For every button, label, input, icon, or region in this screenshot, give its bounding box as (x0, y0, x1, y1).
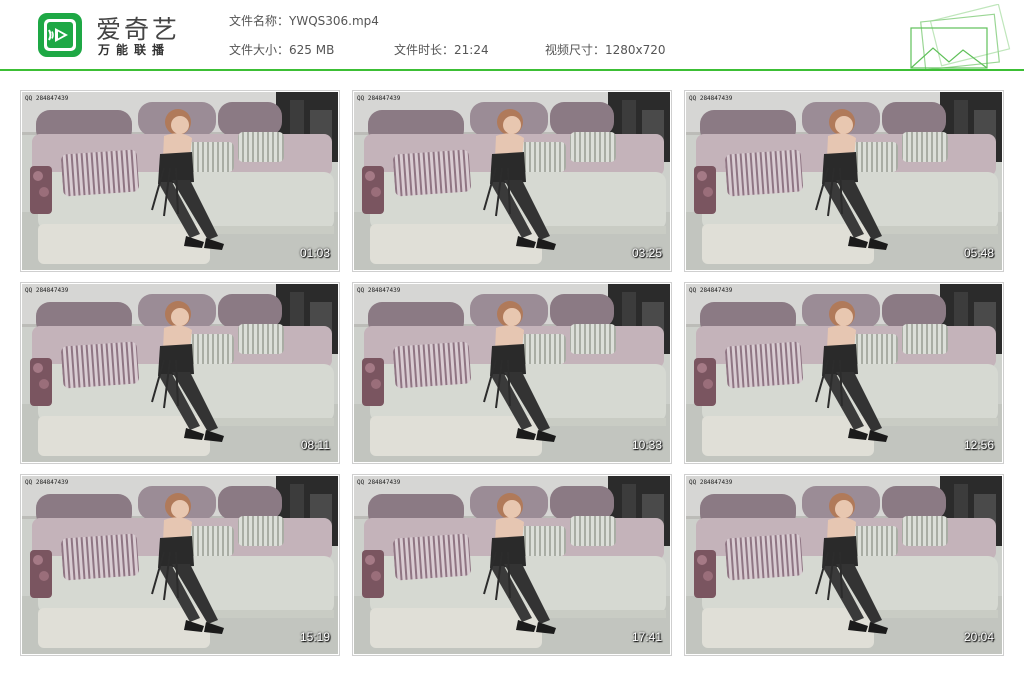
thumbnail-watermark: QQ 284847439 (357, 287, 401, 294)
thumbnail-timestamp: 01:03 (299, 246, 330, 260)
thumbnail-timestamp: 05:48 (963, 246, 994, 260)
thumbnail-timestamp: 03:25 (631, 246, 662, 260)
thumbnail-frame-image: QQ 284847439 03:25 (354, 92, 670, 270)
thumbnail-timestamp: 10:33 (631, 438, 662, 452)
thumbnail-timestamp: 08:11 (300, 438, 330, 452)
video-dimensions: 视频尺寸：1280x720 (545, 43, 666, 57)
thumbnail-card[interactable]: QQ 284847439 01:03 (20, 90, 340, 272)
thumbnail-watermark: QQ 284847439 (689, 95, 733, 102)
image-stack-decoration-icon (910, 4, 1011, 70)
file-duration: 文件时长：21:24 (394, 43, 489, 57)
thumbnail-watermark: QQ 284847439 (25, 287, 69, 294)
thumbnail-watermark: QQ 284847439 (357, 479, 401, 486)
brand-title: 爱奇艺 (96, 15, 181, 44)
thumbnail-frame-image: QQ 284847439 01:03 (22, 92, 338, 270)
thumbnail-watermark: QQ 284847439 (357, 95, 401, 102)
header: 爱奇艺 万能联播 文件名称：YWQS306.mp4 文件大小：625 MB 文件… (0, 0, 1024, 71)
thumbnail-watermark: QQ 284847439 (25, 95, 69, 102)
thumbnail-frame-image: QQ 284847439 15:19 (22, 476, 338, 654)
thumbnail-card[interactable]: QQ 284847439 10:33 (352, 282, 672, 464)
brand-logo: 爱奇艺 万能联播 (37, 12, 192, 60)
thumbnail-timestamp: 12:56 (963, 438, 994, 452)
thumbnail-card[interactable]: QQ 284847439 15:19 (20, 474, 340, 656)
thumbnail-timestamp: 20:04 (963, 630, 994, 644)
thumbnail-watermark: QQ 284847439 (689, 287, 733, 294)
thumbnail-card[interactable]: QQ 284847439 20:04 (684, 474, 1004, 656)
thumbnail-card[interactable]: QQ 284847439 08:11 (20, 282, 340, 464)
brand-subtitle: 万能联播 (98, 43, 171, 57)
file-name: 文件名称：YWQS306.mp4 (229, 14, 379, 28)
thumbnail-card[interactable]: QQ 284847439 05:48 (684, 90, 1004, 272)
thumbnail-frame-image: QQ 284847439 12:56 (686, 284, 1002, 462)
thumbnail-watermark: QQ 284847439 (689, 479, 733, 486)
thumbnail-frame-image: QQ 284847439 20:04 (686, 476, 1002, 654)
thumbnail-timestamp: 15:19 (299, 630, 330, 644)
header-divider (0, 69, 1024, 71)
thumbnail-frame-image: QQ 284847439 17:41 (354, 476, 670, 654)
thumbnail-frame-image: QQ 284847439 08:11 (22, 284, 338, 462)
thumbnail-frame-image: QQ 284847439 05:48 (686, 92, 1002, 270)
thumbnail-watermark: QQ 284847439 (25, 479, 69, 486)
thumbnail-frame-image: QQ 284847439 10:33 (354, 284, 670, 462)
iqiyi-logo-icon (38, 13, 82, 57)
thumbnail-card[interactable]: QQ 284847439 12:56 (684, 282, 1004, 464)
file-size: 文件大小：625 MB (229, 43, 335, 57)
thumbnail-card[interactable]: QQ 284847439 17:41 (352, 474, 672, 656)
thumbnail-timestamp: 17:41 (631, 630, 662, 644)
thumbnail-card[interactable]: QQ 284847439 03:25 (352, 90, 672, 272)
